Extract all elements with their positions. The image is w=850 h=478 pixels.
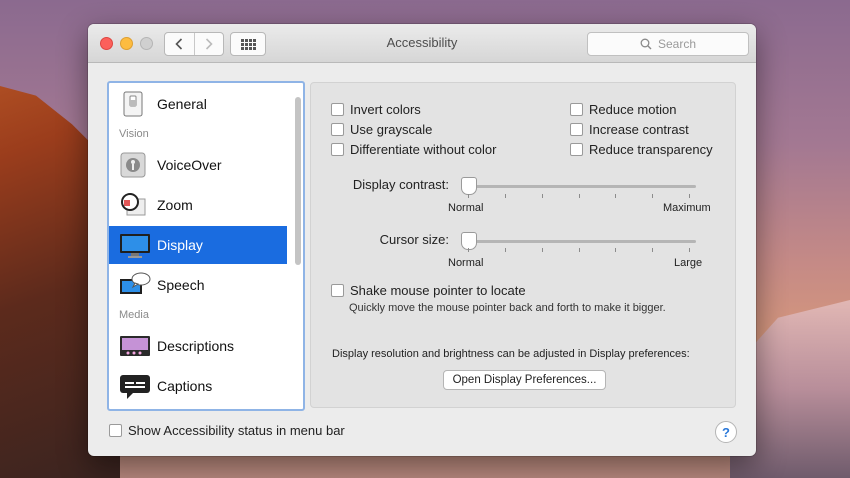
checkbox-label: Reduce transparency [589, 142, 713, 157]
sidebar-item-label: Zoom [157, 197, 193, 213]
slider-tick [578, 194, 580, 198]
checkbox-box[interactable] [331, 123, 344, 136]
descriptions-icon [119, 332, 150, 360]
voiceover-icon [119, 151, 147, 179]
cursor-size-max-label: Large [674, 257, 703, 269]
sidebar-item-display[interactable]: Display [109, 226, 287, 264]
slider-tick [504, 248, 506, 252]
section-header-vision: Vision [119, 128, 149, 140]
open-display-preferences-button[interactable]: Open Display Preferences... [443, 370, 606, 390]
zoom-icon [119, 191, 147, 219]
checkbox-label: Show Accessibility status in menu bar [128, 423, 345, 438]
general-icon [119, 90, 147, 118]
sidebar-item-label: Descriptions [157, 338, 235, 354]
checkbox-box[interactable] [570, 143, 583, 156]
cursor-size-min-label: Normal [448, 257, 484, 269]
display-contrast-label: Display contrast: [352, 177, 449, 192]
slider-tick [578, 248, 580, 252]
search-field[interactable]: Search [587, 32, 749, 56]
captions-icon [119, 372, 150, 400]
display-icon [119, 231, 150, 259]
cursor-size-label: Cursor size: [379, 232, 449, 247]
sidebar-item-label: Speech [157, 277, 205, 293]
slider-tick [689, 248, 690, 252]
slider-tick [652, 248, 654, 252]
search-icon [640, 38, 652, 50]
speech-icon [119, 271, 151, 299]
section-header-media: Media [119, 309, 149, 321]
show-status-in-menu-bar-checkbox[interactable]: Show Accessibility status in menu bar [109, 423, 345, 438]
slider-tick [689, 194, 690, 198]
sidebar-item-label: Display [157, 237, 203, 253]
display-settings-pane: Invert colors Use grayscale Differentiat… [310, 82, 736, 408]
slider-tick [615, 194, 617, 198]
invert-colors-checkbox[interactable]: Invert colors [331, 102, 421, 117]
display-contrast-max-label: Maximum [663, 202, 711, 214]
checkbox-label: Reduce motion [589, 102, 677, 117]
search-placeholder: Search [657, 37, 697, 51]
slider-tick [468, 194, 469, 198]
slider-tick [504, 194, 506, 198]
slider-tick [652, 194, 654, 198]
sidebar-item-descriptions[interactable]: Descriptions [109, 327, 287, 365]
sidebar-item-label: Captions [157, 378, 213, 394]
help-button[interactable]: ? [715, 421, 737, 443]
checkbox-box[interactable] [109, 424, 122, 437]
differentiate-without-color-checkbox[interactable]: Differentiate without color [331, 142, 496, 157]
cursor-size-track[interactable] [461, 240, 696, 243]
title-bar: Accessibility Search [88, 24, 756, 63]
sidebar-item-label: General [157, 96, 207, 112]
checkbox-label: Invert colors [350, 102, 421, 117]
display-contrast-min-label: Normal [448, 202, 484, 214]
slider-tick [541, 248, 543, 252]
checkbox-label: Differentiate without color [350, 142, 497, 157]
reduce-transparency-checkbox[interactable]: Reduce transparency [570, 142, 713, 157]
slider-tick [541, 194, 543, 198]
checkbox-label: Increase contrast [589, 122, 689, 137]
shake-pointer-checkbox[interactable]: Shake mouse pointer to locate [331, 283, 526, 298]
checkbox-box[interactable] [570, 123, 583, 136]
sidebar-scrollbar[interactable] [295, 97, 301, 265]
display-contrast-track[interactable] [461, 185, 696, 188]
checkbox-label: Shake mouse pointer to locate [350, 283, 526, 298]
sidebar-item-general[interactable]: General [109, 85, 287, 123]
shake-pointer-description: Quickly move the mouse pointer back and … [349, 302, 666, 314]
slider-tick [468, 248, 469, 252]
use-grayscale-checkbox[interactable]: Use grayscale [331, 122, 432, 137]
sidebar: General Vision VoiceOver Zoom Display Sp… [107, 81, 305, 411]
checkbox-box[interactable] [331, 143, 344, 156]
sidebar-item-voiceover[interactable]: VoiceOver [109, 146, 287, 184]
accessibility-window: Accessibility Search General Vision Voic… [88, 24, 756, 456]
checkbox-box[interactable] [570, 103, 583, 116]
sidebar-item-speech[interactable]: Speech [109, 266, 287, 304]
checkbox-box[interactable] [331, 103, 344, 116]
display-contrast-slider-knob[interactable] [461, 177, 477, 195]
sidebar-item-zoom[interactable]: Zoom [109, 186, 287, 224]
reduce-motion-checkbox[interactable]: Reduce motion [570, 102, 676, 117]
increase-contrast-checkbox[interactable]: Increase contrast [570, 122, 689, 137]
cursor-size-slider-knob[interactable] [461, 232, 477, 250]
slider-tick [615, 248, 617, 252]
checkbox-box[interactable] [331, 284, 344, 297]
sidebar-item-label: VoiceOver [157, 157, 222, 173]
checkbox-label: Use grayscale [350, 122, 433, 137]
display-resolution-note: Display resolution and brightness can be… [332, 348, 690, 360]
sidebar-item-captions[interactable]: Captions [109, 367, 287, 405]
